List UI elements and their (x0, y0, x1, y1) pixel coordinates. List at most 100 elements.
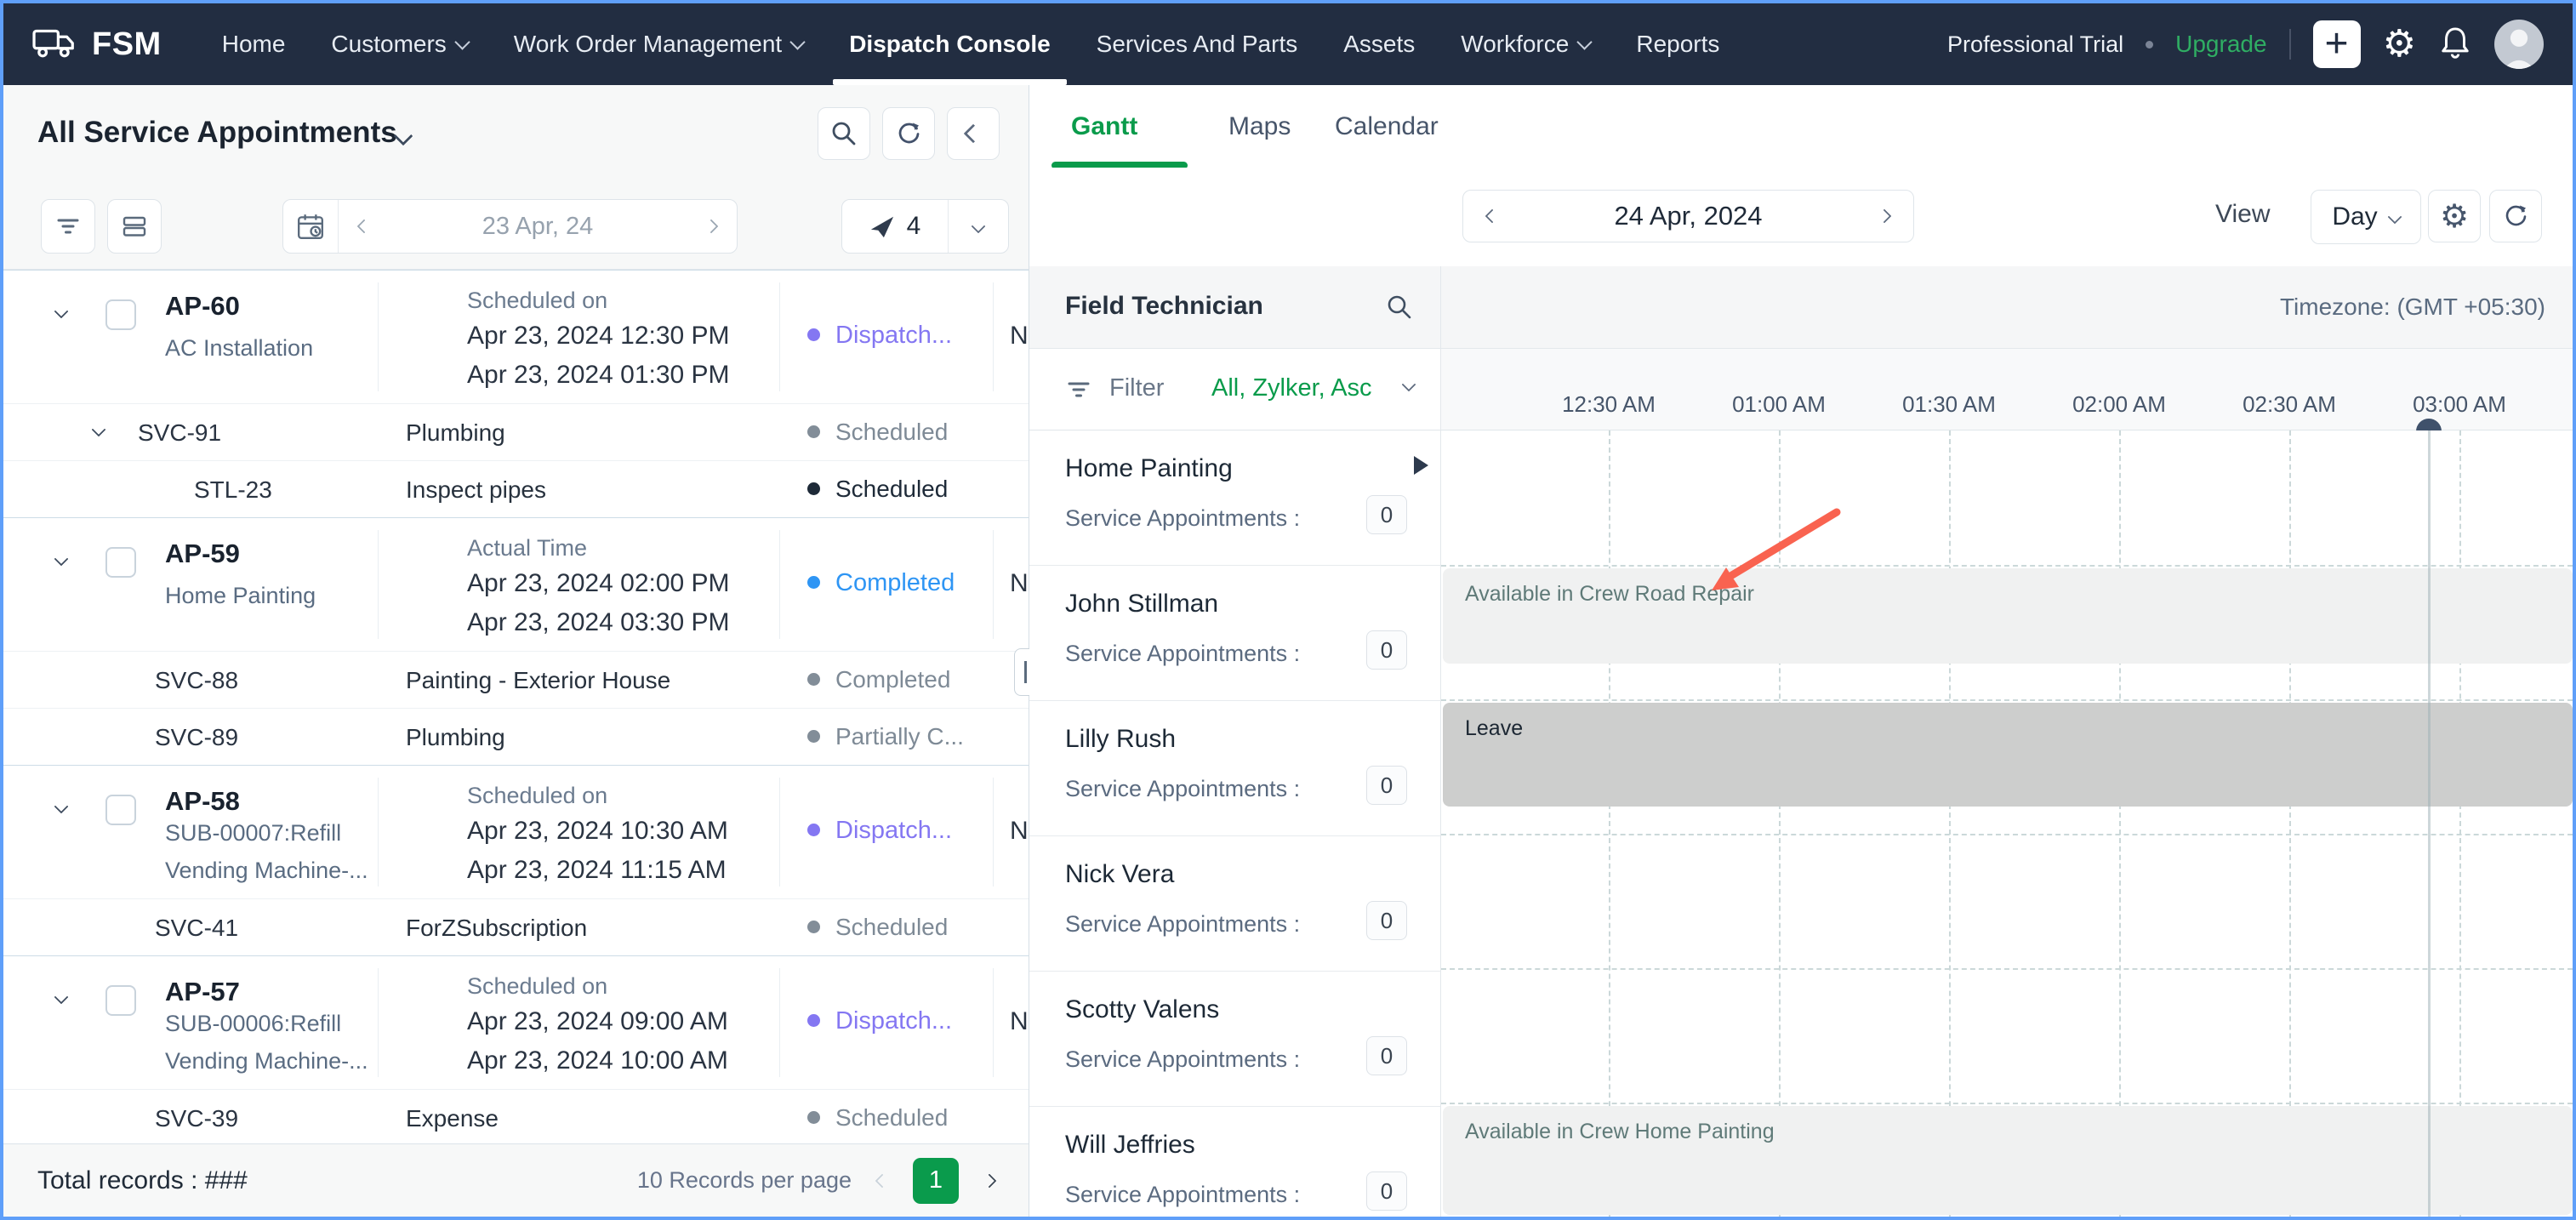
collapse-panel-button[interactable] (947, 107, 1000, 160)
nav-item-services-and-parts[interactable]: Services And Parts (1074, 3, 1321, 85)
appointment-id[interactable]: AP-57 (165, 977, 240, 1007)
availability-bar-label: Available in Crew Road Repair (1465, 582, 1754, 607)
tab-maps[interactable]: Maps (1228, 85, 1291, 168)
divider (2289, 29, 2291, 60)
upgrade-link[interactable]: Upgrade (2175, 31, 2266, 58)
current-time-marker (2416, 419, 2442, 431)
availability-bar[interactable]: Available in Crew Home Painting (1443, 1106, 2573, 1215)
tab-gantt[interactable]: Gantt (1071, 85, 1137, 168)
appointment-count-badge: 0 (1366, 495, 1407, 534)
next-day-icon[interactable] (1877, 209, 1891, 224)
dispatch-dropdown-button[interactable] (949, 200, 1008, 253)
date-filter-value[interactable]: 23 Apr, 24 (482, 213, 594, 241)
technician-name[interactable]: Scotty Valens (1065, 995, 1219, 1024)
refresh-button[interactable] (882, 107, 935, 160)
technician-row[interactable]: Home Painting Service Appointments : 0 (1029, 430, 1440, 566)
technician-filter[interactable]: Filter All, Zylker, Asc (1029, 349, 1441, 430)
next-date-icon[interactable] (704, 219, 719, 234)
nav-item-home[interactable]: Home (199, 3, 309, 85)
appointment-id[interactable]: AP-59 (165, 539, 240, 569)
appointment-group-row[interactable]: AP-60 AC Installation Scheduled on Apr 2… (3, 270, 1029, 403)
appointment-name-line2[interactable]: Vending Machine-... (165, 1048, 368, 1075)
row-checkbox[interactable] (105, 547, 136, 578)
nav-item-dispatch-console[interactable]: Dispatch Console (826, 3, 1073, 85)
collapse-group-icon[interactable] (54, 552, 69, 567)
technician-search-button[interactable] (1386, 294, 1413, 325)
appointment-id[interactable]: AP-58 (165, 786, 240, 817)
technician-name[interactable]: Lilly Rush (1065, 725, 1176, 754)
service-id[interactable]: SVC-89 (155, 724, 238, 751)
availability-bar[interactable]: Available in Crew Road Repair (1443, 568, 2573, 664)
technician-name[interactable]: John Stillman (1065, 590, 1218, 619)
row-checkbox[interactable] (105, 795, 136, 825)
service-row[interactable]: SVC-88 Painting - Exterior House Complet… (3, 651, 1029, 708)
gantt-date-value[interactable]: 24 Apr, 2024 (1614, 201, 1762, 231)
notifications-bell-icon[interactable] (2438, 25, 2472, 65)
nav-item-reports[interactable]: Reports (1613, 3, 1742, 85)
technician-row[interactable]: Scotty Valens Service Appointments : 0 (1029, 972, 1440, 1107)
service-id[interactable]: SVC-41 (155, 915, 238, 942)
collapse-service-icon[interactable] (92, 423, 106, 437)
technician-row[interactable]: Lilly Rush Service Appointments : 0 (1029, 701, 1440, 836)
appointment-name-line1[interactable]: SUB-00006:Refill (165, 1011, 341, 1037)
collapse-group-icon[interactable] (54, 800, 69, 814)
settings-gear-icon[interactable]: ⚙ (2383, 26, 2416, 63)
collapse-group-icon[interactable] (54, 305, 69, 319)
service-row[interactable]: SVC-89 Plumbing Partially C... (3, 708, 1029, 765)
collapse-group-icon[interactable] (54, 990, 69, 1005)
gantt-refresh-button[interactable] (2489, 190, 2542, 242)
service-line-row[interactable]: STL-23 Inspect pipes Scheduled (3, 460, 1029, 517)
user-avatar[interactable] (2494, 20, 2544, 69)
current-page-button[interactable]: 1 (913, 1158, 959, 1204)
nav-item-customers[interactable]: Customers (308, 3, 490, 85)
technician-row[interactable]: John Stillman Service Appointments : 0 (1029, 566, 1440, 701)
row-checkbox[interactable] (105, 985, 136, 1016)
tab-calendar[interactable]: Calendar (1335, 85, 1439, 168)
service-name: Plumbing (406, 724, 505, 751)
service-line-id[interactable]: STL-23 (194, 476, 272, 504)
gear-icon: ⚙ (2440, 200, 2469, 232)
appointment-group-row[interactable]: AP-57 SUB-00006:Refill Vending Machine-.… (3, 955, 1029, 1089)
list-view-title[interactable]: All Service Appointments (37, 116, 397, 150)
brand[interactable]: FSM (32, 24, 162, 66)
appointment-name[interactable]: Home Painting (165, 583, 316, 609)
navbar-right: Professional Trial Upgrade + ⚙ (1947, 20, 2544, 69)
next-page-icon[interactable] (983, 1173, 997, 1188)
appointment-id[interactable]: AP-60 (165, 291, 240, 322)
previous-page-icon[interactable] (875, 1173, 890, 1188)
previous-date-icon[interactable] (357, 219, 372, 234)
row-layout-button[interactable] (107, 199, 162, 254)
gantt-settings-button[interactable]: ⚙ (2428, 190, 2481, 242)
search-button[interactable] (818, 107, 870, 160)
technician-name[interactable]: Will Jeffries (1065, 1131, 1195, 1160)
nav-item-assets[interactable]: Assets (1320, 3, 1438, 85)
leave-bar[interactable]: Leave (1443, 703, 2573, 807)
filter-button[interactable] (41, 199, 95, 254)
create-button[interactable]: + (2313, 20, 2361, 68)
technician-row[interactable]: Will Jeffries Service Appointments : 0 (1029, 1107, 1440, 1217)
nav-item-work-order-management[interactable]: Work Order Management (491, 3, 826, 85)
calendar-picker-button[interactable] (283, 200, 339, 253)
service-row[interactable]: SVC-91 Plumbing Scheduled (3, 403, 1029, 460)
view-mode-select[interactable]: Day (2311, 190, 2421, 244)
appointment-name[interactable]: AC Installation (165, 335, 313, 362)
appointment-group-row[interactable]: AP-59 Home Painting Actual Time Apr 23, … (3, 517, 1029, 651)
service-id[interactable]: SVC-91 (138, 419, 221, 447)
records-per-page[interactable]: 10 Records per page (637, 1167, 852, 1194)
row-checkbox[interactable] (105, 299, 136, 330)
appointment-group-row[interactable]: AP-58 SUB-00007:Refill Vending Machine-.… (3, 765, 1029, 898)
technician-name[interactable]: Nick Vera (1065, 860, 1174, 889)
service-id[interactable]: SVC-88 (155, 667, 238, 694)
service-row[interactable]: SVC-41 ForZSubscription Scheduled (3, 898, 1029, 955)
nav-item-workforce[interactable]: Workforce (1438, 3, 1613, 85)
appointment-name-line2[interactable]: Vending Machine-... (165, 858, 368, 884)
previous-day-icon[interactable] (1485, 209, 1500, 224)
technician-name[interactable]: Home Painting (1065, 454, 1233, 483)
technician-row[interactable]: Nick Vera Service Appointments : 0 (1029, 836, 1440, 972)
appointment-name-line1[interactable]: SUB-00007:Refill (165, 820, 341, 847)
gantt-timeline[interactable]: Available in Crew Road Repair Leave Avai… (1441, 430, 2573, 1217)
dispatch-send-button[interactable]: 4 (842, 200, 949, 253)
service-row[interactable]: SVC-39 Expense Scheduled (3, 1089, 1029, 1143)
service-id[interactable]: SVC-39 (155, 1105, 238, 1132)
expand-crew-icon[interactable] (1414, 456, 1428, 475)
